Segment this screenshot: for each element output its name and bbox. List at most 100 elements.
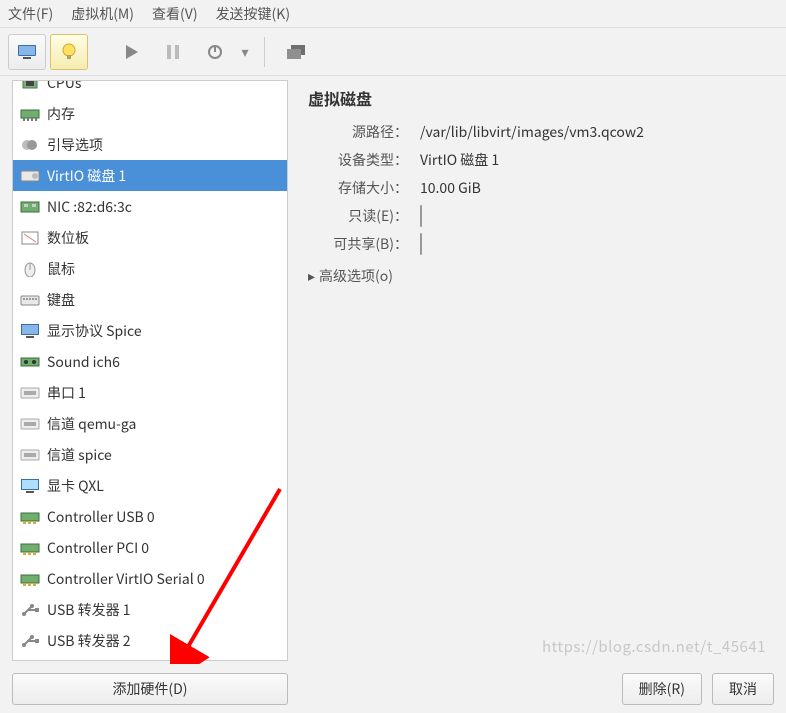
device-item-label: USB 转发器 2 bbox=[47, 631, 131, 651]
prop-source: 源路径： /var/lib/libvirt/images/vm3.qcow2 bbox=[308, 122, 770, 142]
device-item-label: 鼠标 bbox=[47, 259, 75, 279]
device-item-mouse[interactable]: 鼠标 bbox=[13, 253, 287, 284]
console-button[interactable] bbox=[8, 34, 46, 70]
play-icon bbox=[124, 45, 138, 59]
device-item-display[interactable]: 显示协议 Spice bbox=[13, 315, 287, 346]
pause-icon bbox=[167, 45, 179, 59]
menu-file[interactable]: 文件(F) bbox=[8, 4, 53, 24]
controller-icon bbox=[19, 570, 41, 588]
delete-button[interactable]: 删除(R) bbox=[622, 673, 702, 705]
mouse-icon bbox=[19, 260, 41, 278]
device-item-ram[interactable]: 内存 bbox=[13, 98, 287, 129]
device-item-controller[interactable]: Controller PCI 0 bbox=[13, 532, 287, 563]
nic-icon bbox=[19, 198, 41, 216]
triangle-right-icon: ▸ bbox=[308, 266, 315, 286]
toolbar: ▾ bbox=[0, 28, 786, 76]
video-icon bbox=[19, 477, 41, 495]
menu-vm[interactable]: 虚拟机(M) bbox=[71, 4, 134, 24]
device-item-tablet[interactable]: 数位板 bbox=[13, 222, 287, 253]
boot-icon bbox=[19, 136, 41, 154]
device-item-rng[interactable]: 随机数生成器 /dev/urandom bbox=[13, 656, 287, 661]
controller-icon bbox=[19, 508, 41, 526]
prop-devtype-label: 设备类型： bbox=[308, 150, 408, 170]
device-item-label: 信道 qemu-ga bbox=[47, 414, 136, 434]
fullscreen-icon bbox=[287, 45, 305, 59]
device-item-label: 显卡 QXL bbox=[47, 476, 104, 496]
shutdown-menu-dropdown[interactable]: ▾ bbox=[238, 34, 252, 70]
device-item-label: 数位板 bbox=[47, 228, 89, 248]
display-icon bbox=[19, 322, 41, 340]
readonly-checkbox[interactable] bbox=[420, 205, 422, 227]
advanced-options-label: 高级选项(o) bbox=[319, 266, 393, 286]
prop-readonly-label: 只读(E)： bbox=[308, 206, 408, 226]
device-item-label: 键盘 bbox=[47, 290, 75, 310]
device-list[interactable]: CPUs 内存引导选项 VirtIO 磁盘 1 NIC :82:d6:3c 数位板鼠标键… bbox=[12, 80, 288, 661]
chevron-down-icon: ▾ bbox=[241, 42, 248, 62]
controller-icon bbox=[19, 539, 41, 557]
prop-shareable-label: 可共享(B)： bbox=[308, 234, 408, 254]
device-item-label: CPUs bbox=[47, 80, 81, 93]
device-item-controller[interactable]: Controller VirtIO Serial 0 bbox=[13, 563, 287, 594]
channel-icon bbox=[19, 446, 41, 464]
device-item-label: NIC :82:d6:3c bbox=[47, 197, 132, 217]
cpu-icon bbox=[19, 80, 41, 92]
device-item-label: 显示协议 Spice bbox=[47, 321, 142, 341]
device-item-video[interactable]: 显卡 QXL bbox=[13, 470, 287, 501]
menu-view[interactable]: 查看(V) bbox=[152, 4, 198, 24]
device-item-sound[interactable]: Sound ich6 bbox=[13, 346, 287, 377]
device-item-boot[interactable]: 引导选项 bbox=[13, 129, 287, 160]
device-item-label: 串口 1 bbox=[47, 383, 86, 403]
device-item-label: 信道 spice bbox=[47, 445, 112, 465]
menu-sendkey[interactable]: 发送按键(K) bbox=[216, 4, 291, 24]
prop-source-value: /var/lib/libvirt/images/vm3.qcow2 bbox=[408, 122, 644, 142]
prop-devtype: 设备类型： VirtIO 磁盘 1 bbox=[308, 150, 770, 170]
device-item-label: VirtIO 磁盘 1 bbox=[47, 166, 126, 186]
device-item-channel[interactable]: 信道 qemu-ga bbox=[13, 408, 287, 439]
shutdown-button[interactable] bbox=[196, 34, 234, 70]
ram-icon bbox=[19, 105, 41, 123]
device-item-label: Controller PCI 0 bbox=[47, 538, 149, 558]
main-area: CPUs 内存引导选项 VirtIO 磁盘 1 NIC :82:d6:3c 数位板鼠标键… bbox=[0, 76, 786, 665]
device-item-cpu[interactable]: CPUs bbox=[13, 80, 287, 98]
device-item-label: Controller USB 0 bbox=[47, 507, 155, 527]
prop-size-label: 存储大小： bbox=[308, 178, 408, 198]
usb-icon bbox=[19, 632, 41, 650]
power-icon bbox=[207, 44, 223, 60]
device-item-controller[interactable]: Controller USB 0 bbox=[13, 501, 287, 532]
details-button[interactable] bbox=[50, 34, 88, 70]
disk-icon bbox=[19, 167, 41, 185]
details-heading: 虚拟磁盘 bbox=[308, 86, 770, 110]
cancel-button[interactable]: 取消 bbox=[712, 673, 774, 705]
device-item-label: Sound ich6 bbox=[47, 352, 120, 372]
prop-source-label: 源路径： bbox=[308, 122, 408, 142]
device-item-channel[interactable]: 信道 spice bbox=[13, 439, 287, 470]
serial-icon bbox=[19, 384, 41, 402]
tablet-icon bbox=[19, 229, 41, 247]
run-button[interactable] bbox=[112, 34, 150, 70]
prop-readonly: 只读(E)： bbox=[308, 206, 770, 226]
device-item-usb[interactable]: USB 转发器 2 bbox=[13, 625, 287, 656]
pause-button[interactable] bbox=[154, 34, 192, 70]
menubar: 文件(F) 虚拟机(M) 查看(V) 发送按键(K) bbox=[0, 0, 786, 28]
add-hardware-button[interactable]: 添加硬件(D) bbox=[12, 673, 288, 705]
fullscreen-button[interactable] bbox=[277, 34, 315, 70]
prop-shareable: 可共享(B)： bbox=[308, 234, 770, 254]
monitor-icon bbox=[18, 45, 36, 59]
prop-devtype-value: VirtIO 磁盘 1 bbox=[408, 150, 499, 170]
keyboard-icon bbox=[19, 291, 41, 309]
device-item-label: 引导选项 bbox=[47, 135, 103, 155]
prop-size-value: 10.00 GiB bbox=[408, 178, 481, 198]
device-item-usb[interactable]: USB 转发器 1 bbox=[13, 594, 287, 625]
channel-icon bbox=[19, 415, 41, 433]
bulb-icon bbox=[62, 43, 76, 61]
sound-icon bbox=[19, 353, 41, 371]
details-panel: 虚拟磁盘 源路径： /var/lib/libvirt/images/vm3.qc… bbox=[288, 76, 786, 665]
toolbar-separator bbox=[264, 37, 265, 67]
device-item-label: USB 转发器 1 bbox=[47, 600, 131, 620]
device-item-keyboard[interactable]: 键盘 bbox=[13, 284, 287, 315]
device-item-serial[interactable]: 串口 1 bbox=[13, 377, 287, 408]
device-item-nic[interactable]: NIC :82:d6:3c bbox=[13, 191, 287, 222]
device-item-disk[interactable]: VirtIO 磁盘 1 bbox=[13, 160, 287, 191]
shareable-checkbox[interactable] bbox=[420, 233, 422, 255]
advanced-options-expander[interactable]: ▸ 高级选项(o) bbox=[308, 266, 770, 286]
